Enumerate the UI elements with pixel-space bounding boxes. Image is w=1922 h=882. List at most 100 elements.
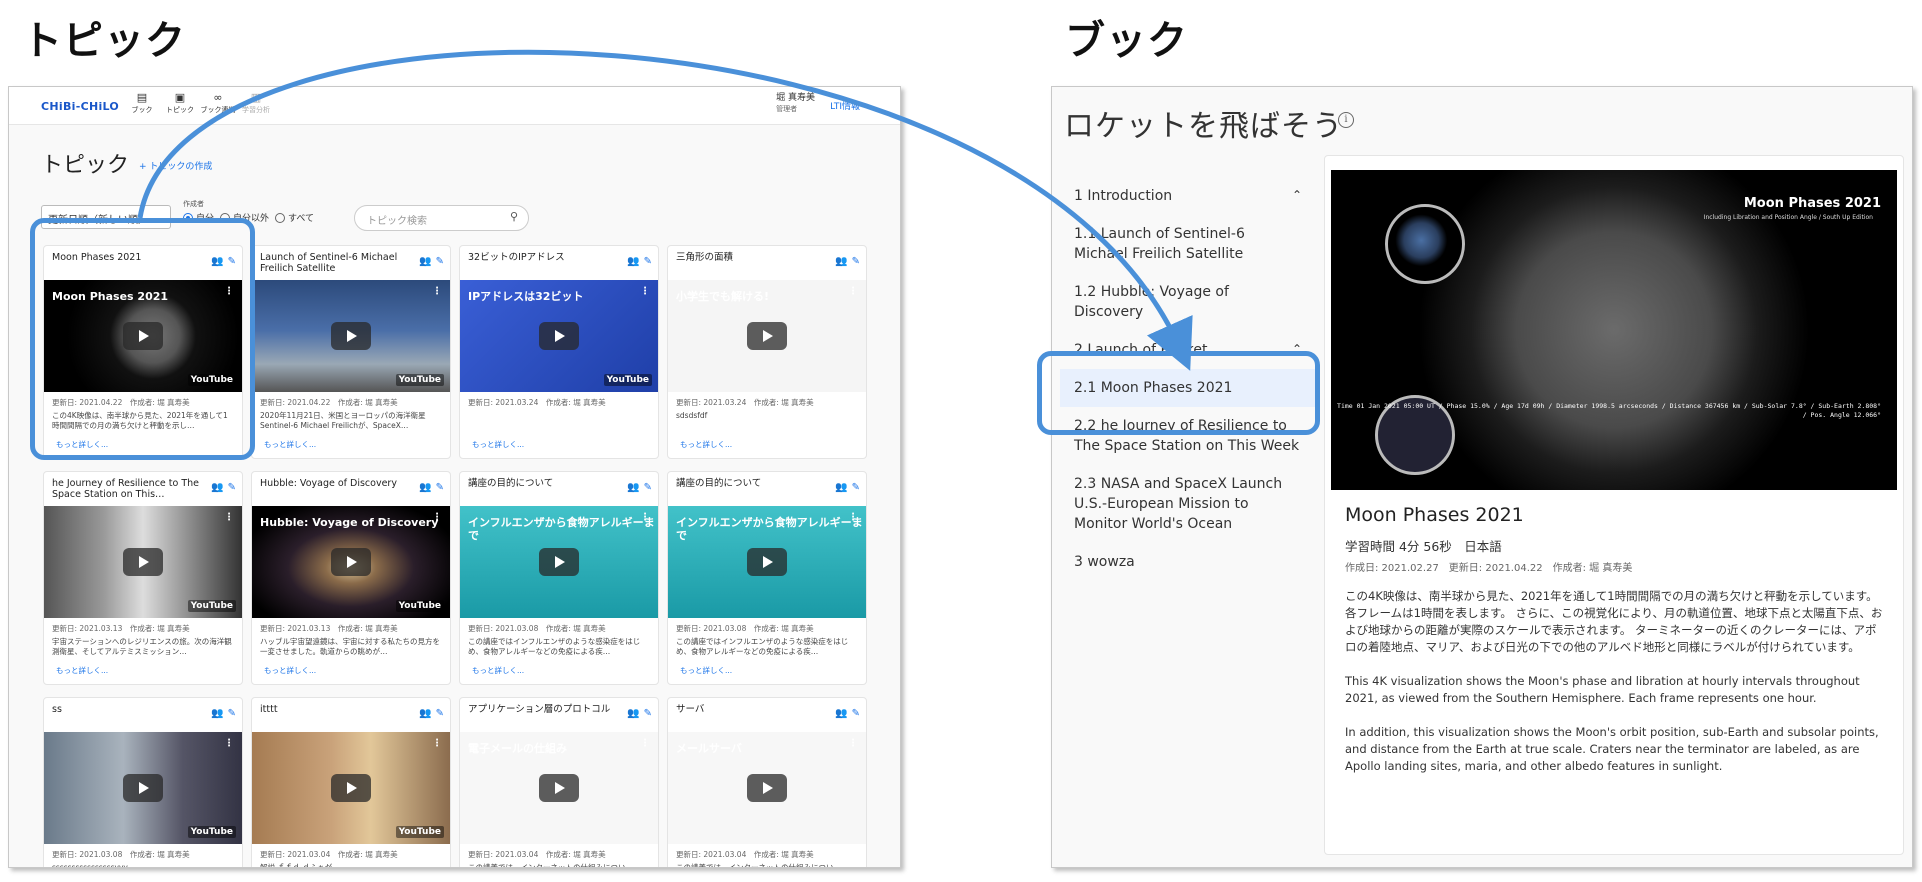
search-icon[interactable]: ⚲ [510, 210, 518, 223]
content-title: Moon Phases 2021 [1345, 504, 1524, 526]
more-vertical-icon[interactable]: ⋮ [432, 738, 442, 749]
nav-analytics[interactable]: ▥ 学習分析 [238, 91, 274, 115]
video-thumbnail[interactable]: インフルエンザから食物アレルギーまで ⋮ [460, 506, 658, 618]
play-icon[interactable] [123, 548, 163, 576]
search-input[interactable]: トピック検索 ⚲ [354, 205, 529, 231]
play-icon[interactable] [747, 322, 787, 350]
topic-card[interactable]: ss 👥 ✎ ⋮ YouTube 更新日: 2021.03.08 作成者: 堀 真寿美 ss… [43, 697, 243, 867]
edit-pencil-icon[interactable]: ✎ [852, 256, 860, 267]
play-icon[interactable] [123, 774, 163, 802]
toc-item[interactable]: 1 Introduction ⌃ [1060, 177, 1316, 215]
nav-topics[interactable]: ▣ トピック [162, 91, 198, 115]
play-icon[interactable] [747, 548, 787, 576]
shared-users-icon[interactable]: 👥 [211, 708, 223, 719]
topic-card-title: 三角形の面積 [676, 252, 734, 263]
video-thumbnail[interactable]: 小学生でも解ける! ⋮ [668, 280, 866, 392]
topic-card-actions: 👥 ✎ [835, 708, 860, 719]
more-details-link[interactable]: もっと詳しく... [252, 658, 450, 676]
more-details-link[interactable]: もっと詳しく... [460, 658, 658, 676]
more-vertical-icon[interactable]: ⋮ [848, 738, 858, 749]
toc-item[interactable]: 1.2 Hubble: Voyage of Discovery [1060, 273, 1316, 331]
info-icon[interactable]: i [1338, 112, 1354, 128]
chevron-up-icon[interactable]: ⌃ [1292, 185, 1302, 205]
topic-card[interactable]: itttt 👥 ✎ ⋮ YouTube 更新日: 2021.03.04 作成者: 堀 真寿… [251, 697, 451, 867]
shared-users-icon[interactable]: 👥 [627, 708, 639, 719]
play-icon[interactable] [539, 322, 579, 350]
more-vertical-icon[interactable]: ⋮ [432, 286, 442, 297]
video-thumbnail[interactable]: ⋮ YouTube [44, 506, 242, 618]
topic-card[interactable]: 32ビットのIPアドレス 👥 ✎ IPアドレスは32ビット ⋮ YouTube 更新日: 2… [459, 245, 659, 459]
more-details-link[interactable]: もっと詳しく... [252, 432, 450, 450]
play-icon[interactable] [539, 548, 579, 576]
shared-users-icon[interactable]: 👥 [211, 482, 223, 493]
shared-users-icon[interactable]: 👥 [419, 482, 431, 493]
more-vertical-icon[interactable]: ⋮ [640, 738, 650, 749]
topic-card[interactable]: he Journey of Resilience to The Space St… [43, 471, 243, 685]
edit-pencil-icon[interactable]: ✎ [644, 256, 652, 267]
edit-pencil-icon[interactable]: ✎ [228, 482, 236, 493]
topic-card[interactable]: 三角形の面積 👥 ✎ 小学生でも解ける! ⋮ 更新日: 2021.03.24 作成者: 堀… [667, 245, 867, 459]
play-icon[interactable] [331, 774, 371, 802]
play-icon[interactable] [539, 774, 579, 802]
thumbnail-caption: Hubble: Voyage of Discovery [260, 516, 439, 529]
video-thumbnail[interactable]: ⋮ YouTube [252, 280, 450, 392]
edit-pencil-icon[interactable]: ✎ [228, 708, 236, 719]
shared-users-icon[interactable]: 👥 [627, 482, 639, 493]
edit-pencil-icon[interactable]: ✎ [436, 482, 444, 493]
lti-info-link[interactable]: LTI情報 [830, 99, 860, 112]
more-vertical-icon[interactable]: ⋮ [224, 512, 234, 523]
more-vertical-icon[interactable]: ⋮ [224, 738, 234, 749]
more-details-link[interactable]: もっと詳しく... [668, 658, 866, 676]
shared-users-icon[interactable]: 👥 [835, 256, 847, 267]
video-thumbnail[interactable]: IPアドレスは32ビット ⋮ YouTube [460, 280, 658, 392]
edit-pencil-icon[interactable]: ✎ [436, 256, 444, 267]
toc-item[interactable]: 3 wowza [1060, 543, 1316, 581]
shared-users-icon[interactable]: 👥 [835, 708, 847, 719]
shared-users-icon[interactable]: 👥 [419, 708, 431, 719]
filter-all[interactable]: すべて [275, 211, 314, 224]
video-thumbnail[interactable]: インフルエンザから食物アレルギーまで ⋮ [668, 506, 866, 618]
youtube-logo: YouTube [187, 826, 236, 838]
video-thumbnail[interactable]: ⋮ YouTube [44, 732, 242, 844]
user-menu[interactable]: 堀 真寿美 管理者 [776, 93, 815, 115]
video-thumbnail[interactable]: 電子メールの仕組み ⋮ [460, 732, 658, 844]
topic-card[interactable]: 講座の目的について 👥 ✎ インフルエンザから食物アレルギーまで ⋮ 更新日: 2021.… [459, 471, 659, 685]
app-logo[interactable]: CHiBi-CHiLO [41, 100, 119, 113]
shared-users-icon[interactable]: 👥 [835, 482, 847, 493]
topic-card[interactable]: Launch of Sentinel-6 Michael Freilich Sa… [251, 245, 451, 459]
video-thumbnail[interactable]: ⋮ YouTube [252, 732, 450, 844]
edit-pencil-icon[interactable]: ✎ [644, 708, 652, 719]
more-details-link[interactable]: もっと詳しく... [460, 432, 658, 450]
topic-card-title: サーバ [676, 704, 705, 715]
topic-card[interactable]: Hubble: Voyage of Discovery 👥 ✎ Hubble: Voy… [251, 471, 451, 685]
nav-link[interactable]: ∞ ブック連携 [200, 91, 236, 115]
more-vertical-icon[interactable]: ⋮ [432, 512, 442, 523]
more-vertical-icon[interactable]: ⋮ [848, 286, 858, 297]
more-vertical-icon[interactable]: ⋮ [848, 512, 858, 523]
topic-card-actions: 👥 ✎ [627, 708, 652, 719]
toc-item[interactable]: 2.3 NASA and SpaceX Launch U.S.-European… [1060, 465, 1316, 543]
edit-pencil-icon[interactable]: ✎ [436, 708, 444, 719]
play-icon[interactable] [747, 774, 787, 802]
video-thumbnail[interactable]: メールサーバ ⋮ [668, 732, 866, 844]
more-details-link[interactable]: もっと詳しく... [44, 658, 242, 676]
video-thumbnail[interactable]: Hubble: Voyage of Discovery ⋮ YouTube [252, 506, 450, 618]
topic-card-header: サーバ 👥 ✎ [668, 698, 866, 732]
create-topic-button[interactable]: + トピックの作成 [139, 159, 212, 172]
shared-users-icon[interactable]: 👥 [627, 256, 639, 267]
play-icon[interactable] [331, 548, 371, 576]
topic-card[interactable]: アプリケーション層のプロトコル 👥 ✎ 電子メールの仕組み ⋮ 更新日: 2021.03.… [459, 697, 659, 867]
play-icon[interactable] [331, 322, 371, 350]
more-vertical-icon[interactable]: ⋮ [640, 286, 650, 297]
edit-pencil-icon[interactable]: ✎ [852, 708, 860, 719]
video-player[interactable]: Moon Phases 2021 Including Libration and… [1331, 170, 1897, 490]
more-vertical-icon[interactable]: ⋮ [640, 512, 650, 523]
more-details-link[interactable]: もっと詳しく... [668, 432, 866, 450]
toc-item[interactable]: 1.1 Launch of Sentinel-6 Michael Freilic… [1060, 215, 1316, 273]
edit-pencil-icon[interactable]: ✎ [644, 482, 652, 493]
topic-card[interactable]: 講座の目的について 👥 ✎ インフルエンザから食物アレルギーまで ⋮ 更新日: 2021.… [667, 471, 867, 685]
shared-users-icon[interactable]: 👥 [419, 256, 431, 267]
edit-pencil-icon[interactable]: ✎ [852, 482, 860, 493]
nav-book[interactable]: ▤ ブック [124, 91, 160, 115]
topic-card[interactable]: サーバ 👥 ✎ メールサーバ ⋮ 更新日: 2021.03.04 作成者: 堀 真寿美 この… [667, 697, 867, 867]
